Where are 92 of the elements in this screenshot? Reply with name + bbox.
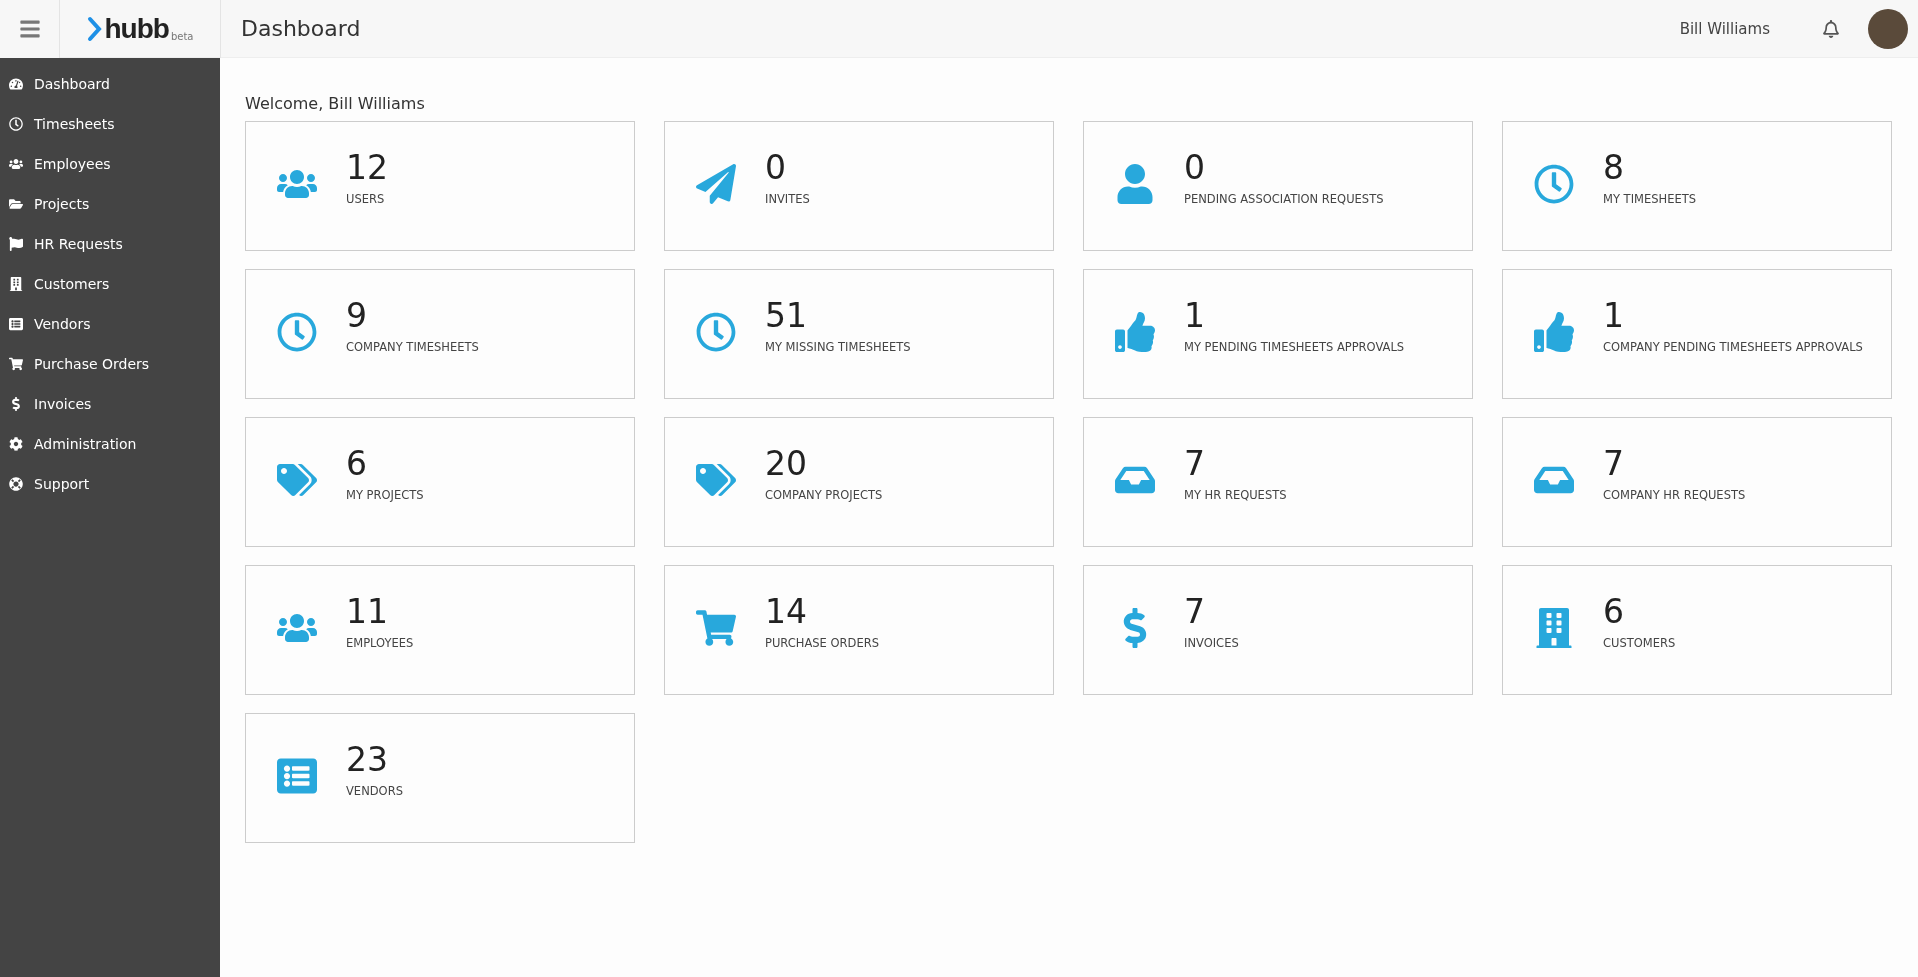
stat-label: VENDORS (346, 784, 403, 799)
list-icon (277, 756, 317, 796)
stat-card[interactable]: 7 MY HR REQUESTS (1083, 417, 1473, 547)
stat-value: 12 (346, 150, 388, 187)
sidebar-item[interactable]: Projects (0, 184, 220, 224)
stat-card[interactable]: 6 MY PROJECTS (245, 417, 635, 547)
sidebar-item[interactable]: Invoices (0, 384, 220, 424)
stat-value: 8 (1603, 150, 1625, 187)
stat-card[interactable]: 51 MY MISSING TIMESHEETS (664, 269, 1054, 399)
stat-label: PENDING ASSOCIATION REQUESTS (1184, 192, 1384, 207)
sidebar-item[interactable]: Vendors (0, 304, 220, 344)
sidebar-item[interactable]: Administration (0, 424, 220, 464)
stat-card[interactable]: 1 MY PENDING TIMESHEETS APPROVALS (1083, 269, 1473, 399)
list-icon (9, 317, 23, 331)
stat-card[interactable]: 11 EMPLOYEES (245, 565, 635, 695)
user-icon (1115, 164, 1155, 204)
stat-card[interactable]: 7 COMPANY HR REQUESTS (1502, 417, 1892, 547)
thumbs-up-icon (1115, 312, 1155, 352)
stat-value: 11 (346, 594, 389, 631)
dashboard-icon (9, 77, 23, 91)
stat-label: COMPANY PROJECTS (765, 488, 883, 503)
menu-button[interactable] (0, 0, 60, 58)
lifebuoy-icon (9, 477, 23, 491)
clock-icon (9, 117, 23, 131)
stat-card[interactable]: 6 CUSTOMERS (1502, 565, 1892, 695)
stat-card[interactable]: 14 PURCHASE ORDERS (664, 565, 1054, 695)
user-name[interactable]: Bill Williams (1679, 19, 1770, 38)
stat-value: 7 (1603, 446, 1625, 483)
stat-value: 0 (765, 150, 787, 187)
stat-value: 7 (1184, 446, 1206, 483)
stat-label: COMPANY HR REQUESTS (1603, 488, 1746, 503)
clock-icon (277, 312, 317, 352)
stat-value: 1 (1603, 298, 1625, 335)
stat-label: COMPANY TIMESHEETS (346, 340, 479, 355)
stat-card[interactable]: 8 MY TIMESHEETS (1502, 121, 1892, 251)
stat-value: 9 (346, 298, 368, 335)
stat-label: MY HR REQUESTS (1184, 488, 1287, 503)
stat-label: USERS (346, 192, 386, 207)
stat-card[interactable]: 12 USERS (245, 121, 635, 251)
settings-icon (9, 437, 23, 451)
stat-label: MY PENDING TIMESHEETS APPROVALS (1184, 340, 1405, 355)
logo-chevron-icon (86, 15, 103, 42)
stat-value: 6 (346, 446, 368, 483)
stat-label: PURCHASE ORDERS (765, 636, 879, 651)
sidebar-item[interactable]: Support (0, 464, 220, 504)
stat-value: 51 (765, 298, 808, 335)
stat-card[interactable]: 20 COMPANY PROJECTS (664, 417, 1054, 547)
clock-icon (1534, 164, 1574, 204)
stat-value: 23 (346, 742, 389, 779)
stat-label: INVOICES (1184, 636, 1239, 651)
stat-card[interactable]: 23 VENDORS (245, 713, 635, 843)
stat-value: 20 (765, 446, 808, 483)
building-icon (9, 277, 23, 291)
sidebar-item[interactable]: Employees (0, 144, 220, 184)
sidebar-item[interactable]: Customers (0, 264, 220, 304)
thumbs-up-icon (1534, 312, 1574, 352)
avatar[interactable] (1868, 8, 1908, 49)
bell-icon[interactable] (1822, 19, 1840, 38)
sidebar-item[interactable]: Dashboard (0, 64, 220, 104)
sidebar-item[interactable]: Purchase Orders (0, 344, 220, 384)
clock-icon (696, 312, 736, 352)
stat-value: 7 (1184, 594, 1206, 631)
stat-card[interactable]: 7 INVOICES (1083, 565, 1473, 695)
stat-label: MY TIMESHEETS (1603, 192, 1696, 207)
stat-label: CUSTOMERS (1603, 636, 1676, 651)
welcome-text: Welcome, Bill Williams (245, 94, 426, 113)
stat-value: 1 (1184, 298, 1206, 335)
dollar-icon (9, 397, 23, 411)
stat-value: 6 (1603, 594, 1625, 631)
users-icon (9, 157, 23, 171)
folder-icon (9, 197, 23, 211)
page-title: Dashboard (241, 16, 362, 41)
stat-card[interactable]: 9 COMPANY TIMESHEETS (245, 269, 635, 399)
logo-tag: beta (170, 30, 194, 42)
sidebar-item[interactable]: HR Requests (0, 224, 220, 264)
stat-label: EMPLOYEES (346, 636, 414, 651)
stat-card[interactable]: 0 PENDING ASSOCIATION REQUESTS (1083, 121, 1473, 251)
logo-name: hubb (104, 12, 169, 45)
stat-label: COMPANY PENDING TIMESHEETS APPROVALS (1603, 340, 1863, 355)
stat-label: INVITES (765, 192, 810, 207)
building-icon (1534, 608, 1574, 648)
stat-card[interactable]: 1 COMPANY PENDING TIMESHEETS APPROVALS (1502, 269, 1892, 399)
paper-plane-icon (696, 164, 736, 204)
flag-icon (9, 237, 23, 251)
sidebar-item[interactable]: Timesheets (0, 104, 220, 144)
stat-card[interactable]: 0 INVITES (664, 121, 1054, 251)
cart-icon (696, 608, 736, 648)
cart-icon (9, 357, 23, 371)
stat-label: MY PROJECTS (346, 488, 424, 503)
stat-value: 0 (1184, 150, 1206, 187)
stat-label: MY MISSING TIMESHEETS (765, 340, 911, 355)
stat-value: 14 (765, 594, 808, 631)
